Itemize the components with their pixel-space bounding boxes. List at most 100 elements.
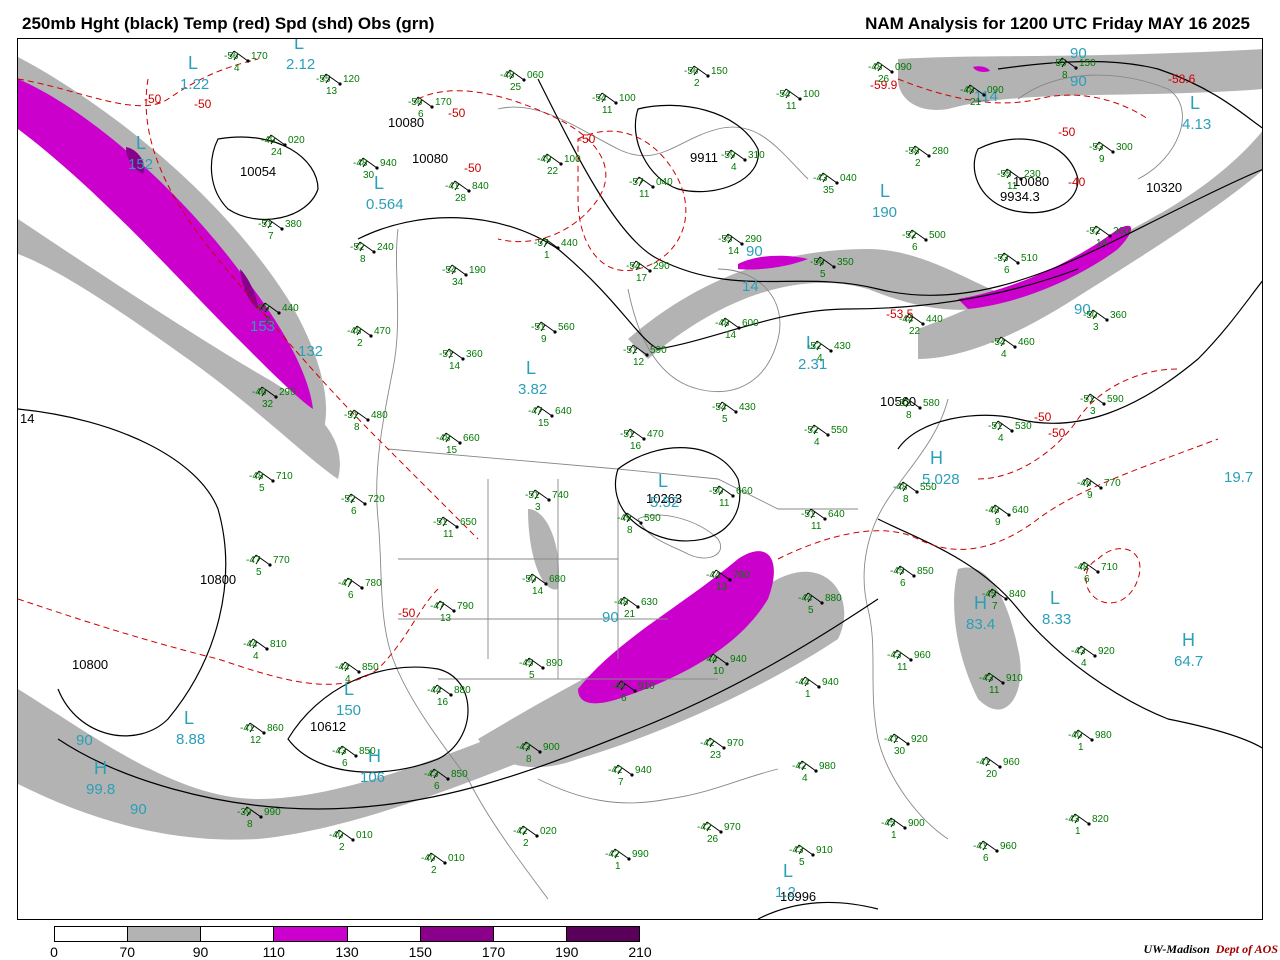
station-plot: -48 630 21 [614,596,658,620]
station-plot: -57 440 1 [534,237,578,261]
obs-dewpoint-depression: 14 [532,586,544,597]
obs-temp: -41 [976,757,991,768]
obs-dewpoint-depression: 30 [363,170,375,181]
obs-temp: -51 [988,421,1003,432]
obs-height: 820 [1092,814,1109,825]
obs-dewpoint-depression: 1 [805,689,811,700]
obs-temp: -48 [893,482,908,493]
obs-temp: -43 [979,673,994,684]
obs-dewpoint-depression: 2 [523,838,529,849]
map-title: 250mb Hght (black) Temp (red) Spd (shd) … [22,14,435,33]
obs-temp: -58 [905,146,920,157]
obs-temp: -44 [335,662,350,673]
obs-temp: -51 [801,509,816,520]
obs-temp: -40 [329,830,344,841]
obs-temp: -56 [810,257,825,268]
obs-height: 890 [546,658,563,669]
obs-temp: -39 [237,807,252,818]
obs-dewpoint-depression: 2 [265,315,271,326]
obs-dewpoint-depression: 17 [636,273,648,284]
obs-temp: -48 [436,433,451,444]
obs-temp: -53 [1089,142,1104,153]
obs-height: 940 [822,677,839,688]
obs-temp: -43 [1071,646,1086,657]
temp-label: -50 [194,97,212,111]
obs-dewpoint-depression: 15 [538,418,550,429]
obs-height: 190 [469,265,486,276]
obs-dewpoint-depression: 16 [630,441,642,452]
obs-dewpoint-depression: 7 [992,601,998,612]
height-contour [877,518,1262,749]
obs-temp: -51 [1080,394,1095,405]
obs-temp: -44 [611,681,626,692]
obs-dewpoint-depression: 8 [903,494,909,505]
obs-temp: -48 [500,70,515,81]
station-plot: -54 100 11 [776,88,820,112]
colorbar-tick-label: 210 [628,944,652,960]
obs-dewpoint-depression: 9 [995,517,1001,528]
obs-height: 380 [285,219,302,230]
obs-dewpoint-depression: 3 [535,502,541,513]
obs-height: 090 [987,85,1004,96]
station-plot: -47 640 15 [528,405,572,429]
obs-height: 840 [472,181,489,192]
obs-temp: -41 [973,841,988,852]
station-plot: -40 010 2 [329,829,373,853]
obs-dewpoint-depression: 6 [342,758,348,769]
low-center-letter: L [136,133,146,153]
obs-temp: -54 [776,89,791,100]
obs-dewpoint-depression: 16 [437,697,449,708]
obs-temp: -55 [718,234,733,245]
station-plot: -53 510 6 [994,252,1038,276]
jet-band-gray [918,131,1262,359]
obs-temp: -51 [525,490,540,501]
obs-height: 810 [270,639,287,650]
station-plot: -50 360 3 [1083,309,1127,333]
station-plot: -48 710 5 [249,470,293,494]
obs-height: 510 [1021,253,1038,264]
station-plot: -49 590 8 [617,512,661,536]
obs-temp: -41 [884,734,899,745]
speed-label: 90 [602,609,619,626]
obs-dewpoint-depression: 12 [250,735,262,746]
obs-dewpoint-depression: 8 [906,410,912,421]
obs-height: 960 [914,650,931,661]
obs-dewpoint-depression: 6 [351,506,357,517]
height-contour [757,901,879,919]
obs-temp: -43 [789,845,804,856]
low-center-letter: L [880,181,890,201]
obs-dewpoint-depression: 1 [1078,742,1084,753]
station-plot: -54 190 34 [442,264,486,288]
station-plot: -41 960 6 [973,840,1017,864]
obs-height: 150 [711,66,728,77]
obs-temp: -40 [421,853,436,864]
low-center-letter: L [658,471,668,491]
obs-dewpoint-depression: 14 [449,361,461,372]
station-plot: -48 600 14 [715,317,759,341]
obs-dewpoint-depression: 11 [811,521,822,532]
obs-dewpoint-depression: 5 [256,567,262,578]
obs-temp: -43 [424,769,439,780]
obs-temp: -44 [706,570,721,581]
obs-dewpoint-depression: 26 [878,74,890,85]
obs-temp: -54 [442,265,457,276]
obs-dewpoint-depression: 2 [694,78,700,89]
obs-dewpoint-depression: 8 [627,525,633,536]
obs-dewpoint-depression: 9 [1099,154,1105,165]
obs-temp: -48 [347,326,362,337]
station-plot: -43 040 35 [813,172,857,196]
temp-label: -50 [1058,125,1076,139]
obs-dewpoint-depression: 9 [541,334,547,345]
station-plot: -51 590 3 [1080,393,1124,417]
obs-dewpoint-depression: 6 [348,590,354,601]
obs-height: 780 [733,570,750,581]
obs-dewpoint-depression: 8 [360,254,366,265]
speed-label: 90 [76,732,93,749]
center-value: 106 [360,769,385,786]
station-plot: -41 840 28 [445,180,489,204]
obs-dewpoint-depression: 23 [710,750,722,761]
high-center-letter: H [1182,630,1195,650]
station-plot: -52 240 8 [350,241,394,265]
obs-temp: -48 [985,505,1000,516]
obs-height: 230 [1024,169,1041,180]
